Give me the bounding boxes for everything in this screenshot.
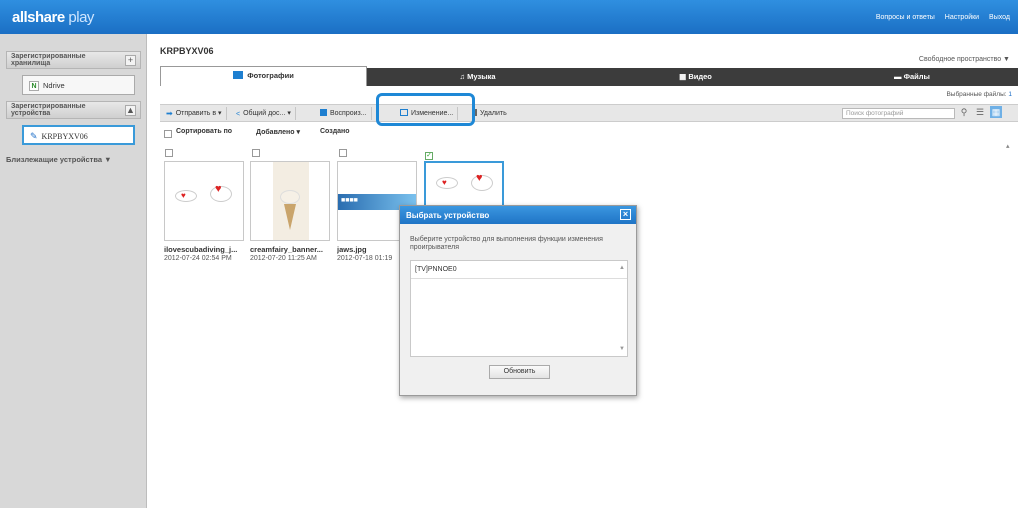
logo-sub: play xyxy=(68,9,94,26)
close-icon[interactable]: × xyxy=(620,209,631,220)
checkmark-icon: ✓ xyxy=(425,152,433,160)
logout-link[interactable]: Выход xyxy=(989,14,1010,21)
checkbox-icon xyxy=(339,149,347,157)
tab-video-label: Видео xyxy=(688,72,712,81)
checkbox-icon xyxy=(164,130,172,138)
video-icon: ▦ xyxy=(679,72,689,81)
selected-files-label: Выбранные файлы: xyxy=(946,91,1007,98)
sort-added[interactable]: Добавлено ▾ xyxy=(256,128,300,136)
file-checkbox[interactable] xyxy=(165,149,173,158)
registered-storage-header[interactable]: Зарегистрированные хранилища + xyxy=(6,51,141,69)
add-storage-button[interactable]: + xyxy=(125,55,136,66)
nearby-devices-header[interactable]: Близлежащие устройства ▼ xyxy=(6,155,112,164)
dialog-title: Выбрать устройство xyxy=(406,211,490,220)
search-input[interactable]: Поиск фотографий xyxy=(842,108,955,119)
scroll-up-icon[interactable]: ▲ xyxy=(619,265,625,271)
dialog-header: Выбрать устройство × xyxy=(400,206,636,224)
file-date: 2012-07-20 11:25 AM xyxy=(250,255,317,262)
list-item[interactable]: [TV]PNNOE0 xyxy=(411,261,627,279)
delete-button[interactable]: Удалить xyxy=(472,107,511,120)
registered-devices-header[interactable]: Зарегистрированные устройства ▲ xyxy=(6,101,141,119)
selected-files-count: 1 xyxy=(1008,91,1012,98)
device-list[interactable]: [TV]PNNOE0 ▲ ▼ xyxy=(410,260,628,357)
settings-link[interactable]: Настройки xyxy=(945,14,979,21)
page-title: KRPBYXV06 xyxy=(160,46,214,56)
select-device-dialog: Выбрать устройство × Выберите устройство… xyxy=(399,205,637,396)
list-view-icon[interactable]: ☰ xyxy=(974,106,986,118)
registered-devices-label: Зарегистрированные устройства xyxy=(11,103,86,117)
help-link[interactable]: Вопросы и ответы xyxy=(876,14,935,21)
scroll-down-icon[interactable]: ▼ xyxy=(619,346,625,352)
heart-icon: ♥ xyxy=(442,178,447,187)
grid-view-icon[interactable]: ▦ xyxy=(990,106,1002,118)
arrow-right-icon: ➡ xyxy=(166,109,173,118)
device-pin-icon: ✎ xyxy=(30,131,38,141)
app-logo[interactable]: allshare play xyxy=(12,9,94,26)
heart-image xyxy=(175,190,197,202)
file-thumbnail[interactable]: ♥ ♥ xyxy=(164,161,244,241)
share-button[interactable]: < Общий дос... ▾ xyxy=(236,107,296,120)
logo-main: allshare xyxy=(12,9,65,26)
sort-created[interactable]: Создано xyxy=(320,128,350,135)
file-name[interactable]: ilovescubadiving_j... xyxy=(164,245,254,254)
cone-icon xyxy=(284,204,296,230)
ndrive-icon: N xyxy=(29,81,39,91)
refresh-button[interactable]: Обновить xyxy=(489,365,550,379)
tab-photos[interactable]: Фотографии xyxy=(160,66,367,86)
share-icon: < xyxy=(236,111,241,118)
file-name[interactable]: creamfairy_banner... xyxy=(250,245,340,254)
share-label: Общий дос... ▾ xyxy=(243,110,291,117)
sidebar-item-ndrive[interactable]: N Ndrive xyxy=(22,75,135,95)
checkbox-icon xyxy=(252,149,260,157)
sort-bar: Сортировать по Добавлено ▾ Создано xyxy=(160,126,1018,140)
change-button-highlight xyxy=(376,93,475,126)
free-space-dropdown[interactable]: Свободное пространство ▼ xyxy=(919,56,1010,63)
send-to-label: Отправить в ▾ xyxy=(175,110,222,117)
collapse-devices-icon[interactable]: ▲ xyxy=(125,105,136,116)
file-date: 2012-07-24 02:54 PM xyxy=(164,255,232,262)
tab-video[interactable]: ▦ Видео xyxy=(588,68,803,86)
photo-icon xyxy=(233,71,244,79)
top-bar: allshare play Вопросы и ответы Настройки… xyxy=(0,0,1018,34)
jaws-logo-icon: ■■■■ xyxy=(341,197,358,204)
play-button[interactable]: Воспроиз... xyxy=(320,107,372,120)
tab-music-label: Музыка xyxy=(467,72,496,81)
selected-files-status: Выбранные файлы: 1 xyxy=(946,91,1012,98)
ndrive-label: Ndrive xyxy=(43,81,65,90)
tab-photos-label: Фотографии xyxy=(247,71,294,80)
heart-icon: ♥ xyxy=(181,191,186,200)
tab-files[interactable]: ▬ Файлы xyxy=(806,68,1018,86)
dialog-description: Выберите устройство для выполнения функц… xyxy=(410,236,603,251)
send-to-button[interactable]: ➡ Отправить в ▾ xyxy=(166,107,227,120)
delete-label: Удалить xyxy=(480,110,507,117)
device-label: KRPBYXV06 xyxy=(41,132,88,141)
music-icon: ♫ xyxy=(459,72,468,81)
tab-music[interactable]: ♫ Музыка xyxy=(370,68,585,86)
play-label: Воспроиз... xyxy=(330,110,367,117)
registered-storage-label: Зарегистрированные хранилища xyxy=(11,53,86,67)
sidebar-item-device[interactable]: ✎ KRPBYXV06 xyxy=(22,125,135,145)
header-links: Вопросы и ответы Настройки Выход xyxy=(868,14,1010,21)
file-checkbox-checked[interactable]: ✓ xyxy=(425,149,433,160)
heart-icon: ♥ xyxy=(215,183,222,195)
category-tabs: Фотографии ♫ Музыка ▦ Видео ▬ Файлы xyxy=(160,66,1018,86)
folder-icon: ▬ xyxy=(894,72,904,81)
ice-cream-icon xyxy=(280,190,300,204)
heart-image xyxy=(436,177,458,189)
sort-by-label: Сортировать по xyxy=(176,128,233,135)
file-checkbox[interactable] xyxy=(339,149,347,158)
file-thumbnail[interactable] xyxy=(250,161,330,241)
heart-icon: ♥ xyxy=(476,172,483,184)
tab-files-label: Файлы xyxy=(903,72,930,81)
file-checkbox[interactable] xyxy=(252,149,260,158)
play-icon xyxy=(320,109,327,116)
search-icon[interactable]: ⚲ xyxy=(958,106,970,118)
scroll-up-icon[interactable]: ▴ xyxy=(1006,142,1014,150)
sidebar: Зарегистрированные хранилища + N Ndrive З… xyxy=(0,34,147,508)
checkbox-icon xyxy=(165,149,173,157)
